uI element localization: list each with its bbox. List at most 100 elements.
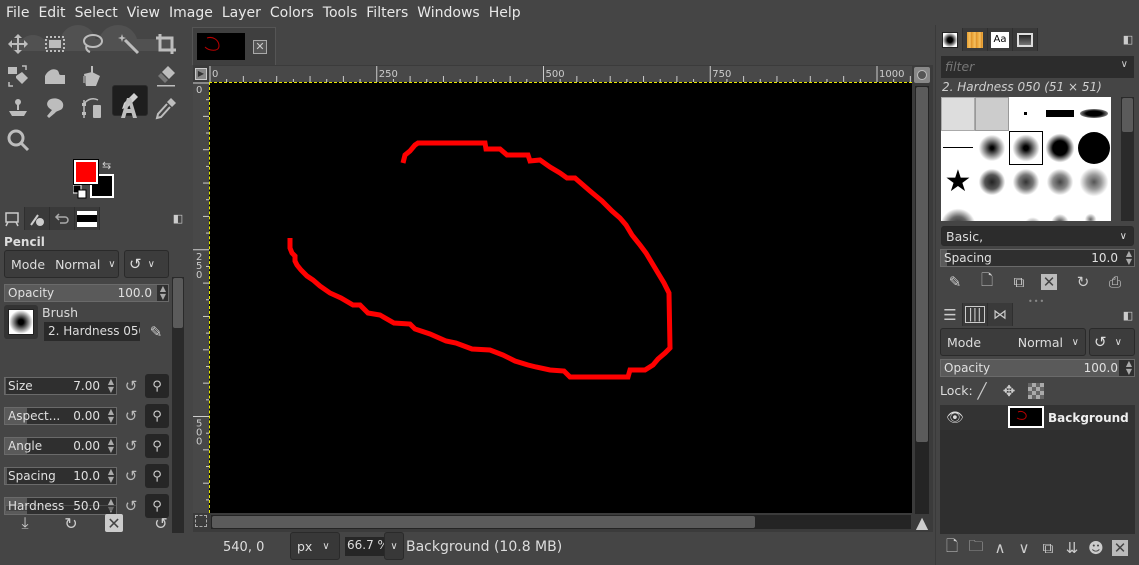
lock-alpha-icon[interactable] bbox=[1028, 383, 1044, 399]
tab-paths[interactable]: ⋈ bbox=[988, 303, 1013, 326]
edit-brush-icon[interactable]: ✎ bbox=[945, 272, 965, 292]
brush-block[interactable] bbox=[1043, 97, 1077, 131]
spin-arrows-icon[interactable]: ▲▼ bbox=[160, 285, 166, 301]
brush-clipboard-image[interactable] bbox=[941, 97, 975, 131]
spin-arrows-icon[interactable]: ▲▼ bbox=[108, 438, 114, 454]
crop-tool[interactable] bbox=[151, 29, 181, 59]
warp-tool[interactable] bbox=[40, 61, 70, 91]
brush-spacing-slider[interactable]: Spacing 10.0 ▲ ▼ bbox=[940, 249, 1135, 267]
clone-tool[interactable] bbox=[3, 93, 33, 123]
slider-size[interactable]: Size 7.00 ▲ ▼ bbox=[4, 377, 117, 395]
smudge-tool[interactable] bbox=[40, 93, 70, 123]
reset-slider-icon[interactable]: ↺ bbox=[122, 467, 140, 485]
foreground-color-swatch[interactable] bbox=[73, 159, 99, 185]
mode-select[interactable]: Mode Normal ∨ bbox=[4, 250, 119, 278]
configure-tab-icon[interactable]: ◧ bbox=[1118, 29, 1138, 49]
save-options-icon[interactable]: ⤓ bbox=[14, 512, 36, 534]
tab-channels[interactable]: ||| bbox=[963, 303, 988, 326]
brush-hardness-025[interactable] bbox=[975, 131, 1009, 165]
spin-arrows-icon[interactable]: ▲▼ bbox=[108, 378, 114, 394]
delete-brush-icon[interactable]: ✕ bbox=[1041, 273, 1057, 291]
brush-hardness-050[interactable] bbox=[1009, 131, 1043, 165]
menu-file[interactable]: File bbox=[2, 5, 33, 21]
link-to-brush-icon[interactable]: ⚲ bbox=[145, 434, 169, 458]
menu-edit[interactable]: Edit bbox=[34, 5, 69, 21]
layer-mode-select[interactable]: Mode Normal ∨ bbox=[940, 328, 1086, 356]
navigate-icon[interactable] bbox=[914, 67, 930, 83]
close-image-icon[interactable]: ✕ bbox=[253, 40, 267, 54]
tab-undo-history[interactable] bbox=[50, 207, 75, 230]
open-brush-as-image-icon[interactable]: ⎙ bbox=[1105, 272, 1125, 292]
zoom-to-selection-icon[interactable] bbox=[195, 515, 207, 527]
menu-help[interactable]: Help bbox=[485, 5, 525, 21]
menu-tools[interactable]: Tools bbox=[319, 5, 362, 21]
free-select-tool[interactable] bbox=[77, 29, 107, 59]
reset-slider-icon[interactable]: ↺ bbox=[122, 407, 140, 425]
zoom-image-when-window-size-changes-icon[interactable]: ▲ bbox=[913, 513, 931, 532]
lock-pixels-icon[interactable]: ╱ bbox=[972, 381, 992, 401]
duplicate-layer-icon[interactable]: ⧉ bbox=[1038, 538, 1058, 558]
new-layer-icon[interactable]: 🗋 bbox=[942, 537, 962, 558]
brush-tag-select[interactable]: Basic, ∨ bbox=[941, 226, 1134, 246]
brush-grunge-02[interactable] bbox=[1043, 199, 1077, 221]
tab-images[interactable] bbox=[75, 207, 100, 230]
slider-aspect[interactable]: Aspect... 0.00 ▲ ▼ bbox=[4, 407, 117, 425]
color-picker-tool[interactable] bbox=[151, 93, 181, 123]
brush-preview-button[interactable] bbox=[4, 305, 38, 339]
eraser-tool[interactable] bbox=[151, 61, 181, 91]
layer-mode-reset-select[interactable]: ↺ ∨ bbox=[1089, 328, 1135, 356]
raise-layer-icon[interactable]: ∧ bbox=[990, 538, 1010, 558]
menu-filters[interactable]: Filters bbox=[362, 5, 412, 21]
text-tool[interactable] bbox=[114, 93, 144, 123]
new-brush-icon[interactable]: 🗋 bbox=[977, 271, 997, 292]
canvas-horizontal-scrollbar[interactable] bbox=[211, 515, 911, 529]
link-to-brush-icon[interactable]: ⚲ bbox=[145, 374, 169, 398]
menu-windows[interactable]: Windows bbox=[413, 5, 484, 21]
duplicate-brush-icon[interactable]: ⧉ bbox=[1009, 272, 1029, 292]
link-to-brush-icon[interactable]: ⚲ bbox=[145, 404, 169, 428]
reset-slider-icon[interactable]: ↺ bbox=[122, 377, 140, 395]
tab-patterns[interactable] bbox=[963, 28, 988, 51]
delete-layer-icon[interactable]: ✕ bbox=[1112, 539, 1128, 557]
tab-device-status[interactable] bbox=[25, 207, 50, 230]
menu-colors[interactable]: Colors bbox=[266, 5, 318, 21]
rect-select-tool[interactable] bbox=[40, 29, 70, 59]
mode-reset-select[interactable]: ↺ ∨ bbox=[124, 250, 169, 278]
configure-tab-icon[interactable]: ◧ bbox=[1118, 305, 1138, 325]
canvas-vertical-scrollbar[interactable] bbox=[915, 86, 929, 514]
brush-chalk[interactable] bbox=[975, 199, 1009, 221]
brush-hardness-100[interactable] bbox=[1077, 131, 1111, 165]
brush-star[interactable]: ★ bbox=[941, 165, 975, 199]
brush-filter-input[interactable]: filter ∨ bbox=[941, 56, 1134, 78]
brush-acrylic-02[interactable] bbox=[1009, 165, 1043, 199]
restore-options-icon[interactable]: ↻ bbox=[60, 512, 82, 534]
bucket-fill-tool[interactable] bbox=[77, 61, 107, 91]
brush-name-field[interactable]: 2. Hardness 050 bbox=[44, 322, 140, 341]
brush-grunge-03[interactable] bbox=[1077, 199, 1111, 221]
horizontal-ruler[interactable]: 0 250 500 750 1000 bbox=[209, 66, 912, 82]
tab-brushes[interactable] bbox=[938, 28, 963, 51]
vertical-ruler[interactable]: 0250500 bbox=[193, 82, 209, 513]
transform-tool[interactable] bbox=[3, 61, 33, 91]
zoom-dropdown-button[interactable]: ∨ bbox=[384, 532, 404, 560]
brush-acrylic-05[interactable] bbox=[941, 199, 975, 221]
spin-arrows-icon[interactable]: ▲▼ bbox=[1126, 250, 1132, 266]
lock-position-icon[interactable]: ✥ bbox=[999, 381, 1019, 401]
spin-arrows-icon[interactable]: ▲▼ bbox=[108, 468, 114, 484]
brush-pixel[interactable] bbox=[1009, 97, 1043, 131]
move-tool[interactable] bbox=[3, 29, 33, 59]
opacity-slider[interactable]: Opacity 100.0 ▲ ▼ bbox=[4, 284, 169, 302]
configure-tab-icon[interactable]: ◧ bbox=[168, 208, 188, 228]
brush-hardness-075[interactable] bbox=[1043, 131, 1077, 165]
reset-options-icon[interactable]: ↺ bbox=[150, 512, 172, 534]
tab-fonts[interactable]: Aa bbox=[988, 28, 1013, 51]
new-layer-group-icon[interactable]: 🗀 bbox=[966, 537, 986, 558]
layer-list-empty-area[interactable] bbox=[940, 430, 1135, 534]
drawing-canvas[interactable] bbox=[209, 82, 912, 513]
edit-brush-icon[interactable]: ✎ bbox=[146, 322, 166, 342]
tab-gradients[interactable] bbox=[1013, 28, 1038, 51]
quick-mask-toggle-icon[interactable]: ▶ bbox=[195, 68, 207, 80]
brush-grid[interactable]: ★ bbox=[941, 97, 1111, 221]
brush-clipboard-mask[interactable] bbox=[975, 97, 1009, 131]
layer-opacity-slider[interactable]: Opacity 100.0 ▲ ▼ bbox=[940, 359, 1135, 377]
